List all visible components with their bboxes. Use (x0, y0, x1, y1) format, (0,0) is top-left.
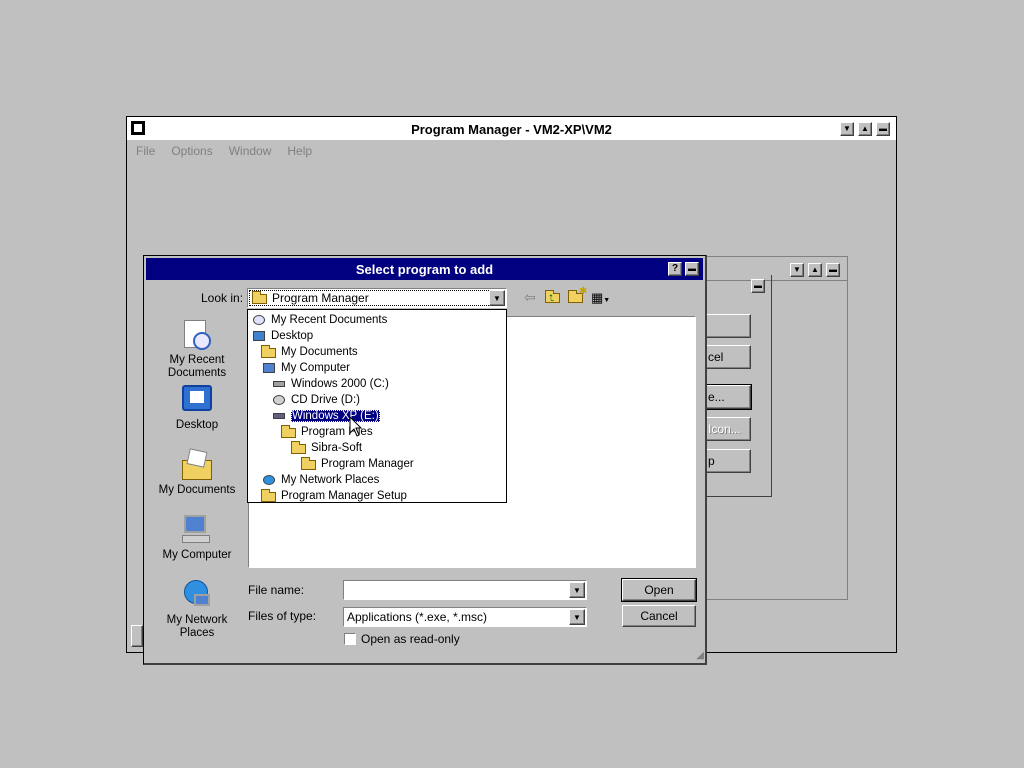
open-button[interactable]: Open (621, 578, 697, 602)
chevron-down-icon[interactable]: ▼ (489, 290, 505, 306)
dropdown-item[interactable]: Program Manager (301, 456, 414, 472)
properties-dialog-behind: ▬ cel e... Icon... p (704, 275, 772, 497)
look-in-label: Look in: (201, 291, 244, 305)
desktop-icon (251, 329, 267, 343)
mouse-cursor-icon (349, 416, 363, 437)
cd-drive-icon (271, 393, 287, 407)
behind-dialog-control-button[interactable]: ▬ (751, 279, 765, 293)
dropdown-item[interactable]: My Recent Documents (251, 312, 387, 328)
dropdown-item-label: Sibra-Soft (311, 442, 363, 454)
dialog-title: Select program to add (355, 262, 494, 277)
menu-options[interactable]: Options (171, 144, 212, 158)
new-folder-icon[interactable]: ✱ (568, 286, 587, 304)
folder-icon (301, 457, 317, 471)
my-documents-icon (180, 448, 214, 482)
menu-help[interactable]: Help (287, 144, 312, 158)
dropdown-item[interactable]: CD Drive (D:) (271, 392, 360, 408)
menu-window[interactable]: Window (229, 144, 272, 158)
view-menu-icon[interactable]: ▦▼ (591, 291, 615, 304)
read-only-checkbox[interactable] (344, 633, 356, 645)
folder-icon (281, 425, 297, 439)
place-my-recent-documents[interactable]: My Recent Documents (158, 318, 236, 380)
group-restore-button[interactable]: ▬ (826, 263, 840, 277)
maximize-button[interactable]: ▲ (858, 122, 872, 136)
up-folder-icon[interactable]: ⮤ (545, 290, 561, 304)
file-name-field[interactable]: ▼ (343, 580, 587, 600)
menu-file[interactable]: File (136, 144, 155, 158)
place-my-computer[interactable]: My Computer (158, 513, 236, 562)
my-documents-icon (261, 345, 277, 359)
dropdown-item-label: Program Manager Setup (281, 490, 407, 502)
folder-icon (261, 489, 277, 503)
behind-ok-button[interactable] (705, 314, 751, 338)
file-name-label: File name: (248, 583, 305, 597)
files-of-type-select[interactable]: Applications (*.exe, *.msc) ▼ (343, 607, 587, 627)
chevron-down-icon[interactable]: ▼ (569, 582, 585, 598)
look-in-value: Program Manager (272, 291, 369, 305)
recent-documents-icon (180, 318, 214, 352)
group-window[interactable]: ▼ ▲ ▬ ▬ cel e... Icon... p (704, 256, 848, 600)
dropdown-item-label: My Network Places (281, 474, 380, 486)
network-places-icon (261, 473, 277, 487)
my-computer-icon (180, 513, 214, 547)
look-in-dropdown[interactable]: My Recent Documents Desktop My Documents My… (247, 309, 507, 503)
place-my-documents[interactable]: My Documents (158, 448, 236, 497)
select-program-dialog[interactable]: Select program to add ? ▬ Look in: Progr… (143, 255, 707, 665)
dropdown-item[interactable]: Windows XP (E:) (271, 408, 380, 424)
help-button[interactable]: ? (668, 262, 682, 276)
group-maximize-button[interactable]: ▲ (808, 263, 822, 277)
folder-icon (252, 291, 268, 305)
dropdown-item-label: My Documents (281, 346, 358, 358)
my-computer-icon (261, 361, 277, 375)
program-manager-title-bar[interactable]: Program Manager - VM2-XP\VM2 ▼ ▲ ▬ (127, 117, 896, 141)
dialog-title-bar[interactable]: Select program to add ? ▬ (146, 258, 703, 280)
look-in-combo[interactable]: Program Manager ▼ (247, 288, 507, 308)
restore-button[interactable]: ▬ (876, 122, 890, 136)
recent-documents-icon (251, 313, 267, 327)
files-of-type-value: Applications (*.exe, *.msc) (347, 610, 488, 624)
network-places-icon (180, 578, 214, 612)
dropdown-item[interactable]: My Computer (261, 360, 350, 376)
files-of-type-label: Files of type: (248, 609, 317, 623)
dropdown-item[interactable]: Program Manager Setup (261, 488, 407, 504)
group-minimize-button[interactable]: ▼ (790, 263, 804, 277)
desktop-icon (180, 383, 214, 417)
dropdown-item[interactable]: My Network Places (261, 472, 379, 488)
minimize-button[interactable]: ▼ (840, 122, 854, 136)
dropdown-item-label: CD Drive (D:) (291, 394, 360, 406)
read-only-label: Open as read-only (361, 632, 460, 646)
dropdown-item[interactable]: My Documents (261, 344, 358, 360)
behind-help-button[interactable]: p (705, 449, 751, 473)
dropdown-item-label: Desktop (271, 330, 314, 342)
chevron-down-icon[interactable]: ▼ (569, 609, 585, 625)
dropdown-item[interactable]: Sibra-Soft (291, 440, 362, 456)
behind-browse-button[interactable]: e... (704, 384, 752, 410)
resize-grip-icon[interactable]: ◢ (692, 650, 704, 662)
menu-bar: File Options Window Help (127, 141, 896, 161)
dropdown-item[interactable]: Desktop (251, 328, 313, 344)
hard-drive-icon (271, 377, 287, 391)
folder-icon (291, 441, 307, 455)
dropdown-item-label: My Computer (281, 362, 351, 374)
minimized-group-icon[interactable] (131, 625, 143, 647)
dropdown-item-label: Windows XP (E:) (291, 410, 380, 422)
place-my-network-places[interactable]: My Network Places (158, 578, 236, 640)
dropdown-item-label: Program Manager (321, 458, 414, 470)
dropdown-item-label: Windows 2000 (C:) (291, 378, 389, 390)
behind-change-icon-button[interactable]: Icon... (705, 417, 751, 441)
cancel-button[interactable]: Cancel (622, 605, 696, 627)
dropdown-item[interactable]: Windows 2000 (C:) (271, 376, 389, 392)
program-manager-title: Program Manager - VM2-XP\VM2 (411, 122, 612, 137)
place-desktop[interactable]: Desktop (158, 383, 236, 432)
back-arrow-icon[interactable]: ⇦ (524, 290, 538, 304)
behind-cancel-button[interactable]: cel (705, 345, 751, 369)
dropdown-item-label: My Recent Documents (271, 314, 388, 326)
dialog-control-button[interactable]: ▬ (685, 262, 699, 276)
removable-drive-icon (271, 409, 287, 423)
